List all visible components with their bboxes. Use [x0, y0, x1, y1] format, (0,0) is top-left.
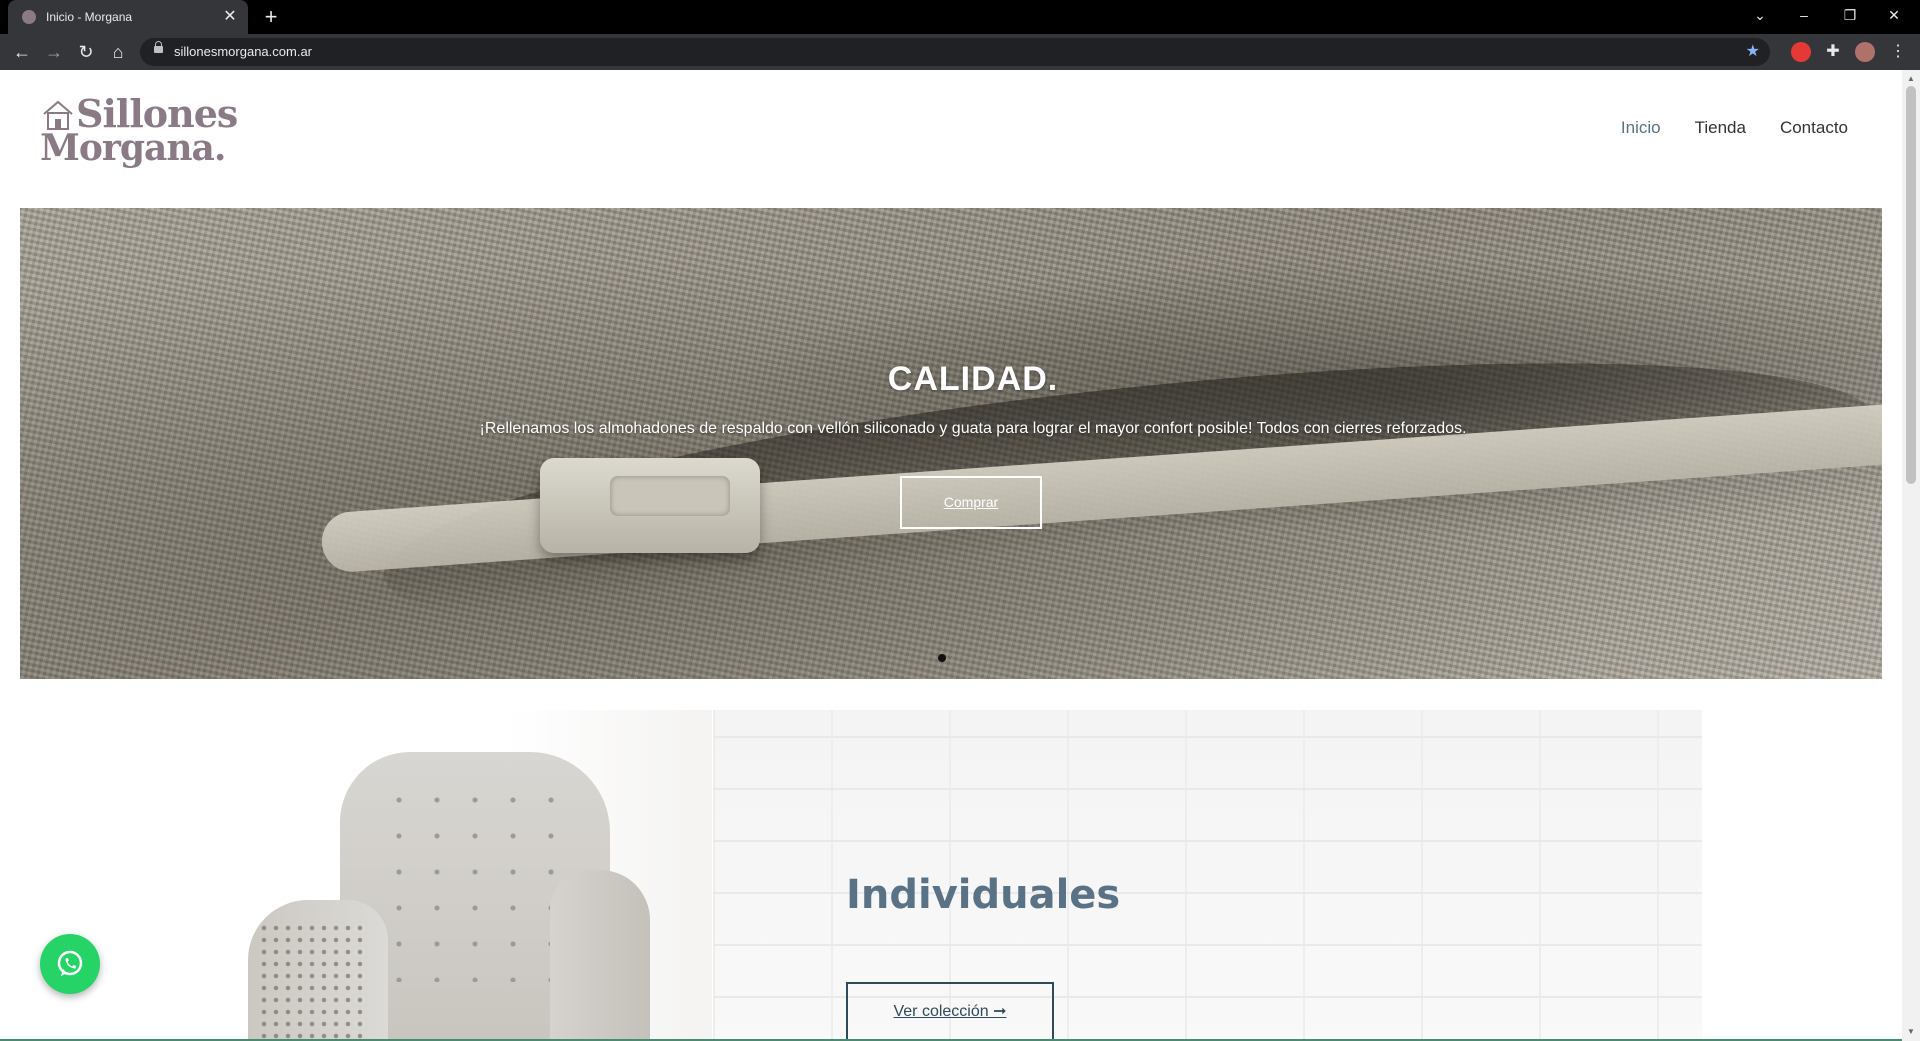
- main-navigation: Inicio Tienda Contacto: [1621, 118, 1848, 138]
- view-collection-button[interactable]: Ver colección ➞: [846, 982, 1054, 1041]
- back-icon[interactable]: ←: [8, 38, 36, 66]
- whatsapp-chat-button[interactable]: [40, 934, 100, 994]
- url-text[interactable]: sillonesmorgana.com.ar: [174, 38, 312, 66]
- hero-slider: CALIDAD. ¡Rellenamos los almohadones de …: [20, 208, 1882, 679]
- slider-pagination: [938, 654, 946, 662]
- new-tab-button[interactable]: +: [258, 4, 284, 30]
- extension-red-icon[interactable]: [1791, 42, 1811, 62]
- whatsapp-icon: [57, 950, 83, 976]
- scroll-up-icon[interactable]: ▲: [1902, 72, 1920, 86]
- hero-description: ¡Rellenamos los almohadones de respaldo …: [479, 420, 1467, 437]
- reload-icon[interactable]: ↻: [72, 38, 100, 66]
- address-bar[interactable]: sillonesmorgana.com.ar ★: [140, 38, 1770, 66]
- tab-title: Inicio - Morgana: [46, 10, 133, 24]
- page-scrollbar[interactable]: ▲ ▼: [1902, 70, 1920, 1041]
- nav-link-inicio[interactable]: Inicio: [1621, 118, 1661, 138]
- browser-menu-icon[interactable]: ⋮: [1888, 42, 1908, 62]
- armchair-nailhead-trim: [258, 922, 368, 1041]
- extensions-puzzle-icon[interactable]: ✚: [1823, 42, 1843, 62]
- browser-toolbar: ← → ↻ ⌂ sillonesmorgana.com.ar ★ ✚ ⋮: [0, 34, 1920, 70]
- lock-icon[interactable]: [154, 41, 163, 53]
- web-page: Sillones Morgana. Inicio Tienda Contacto…: [0, 70, 1902, 1041]
- hero-buy-button[interactable]: Comprar: [900, 476, 1042, 529]
- forward-icon[interactable]: →: [40, 38, 68, 66]
- nav-link-tienda[interactable]: Tienda: [1695, 118, 1746, 138]
- hero-title: CALIDAD.: [887, 360, 1059, 398]
- minimize-button[interactable]: –: [1782, 0, 1826, 30]
- close-window-button[interactable]: ✕: [1872, 0, 1916, 30]
- nav-link-contacto[interactable]: Contacto: [1780, 118, 1848, 138]
- site-favicon-icon: [22, 10, 36, 24]
- bookmark-star-icon[interactable]: ★: [1746, 38, 1760, 66]
- hero-zipper-pull-image: [540, 458, 760, 553]
- brick-wall-panel: Individuales Ver colección ➞: [713, 710, 1702, 1041]
- browser-tab[interactable]: Inicio - Morgana ✕: [8, 0, 248, 34]
- home-icon[interactable]: ⌂: [104, 38, 132, 66]
- site-logo[interactable]: Sillones Morgana.: [40, 94, 238, 172]
- browser-tab-strip: Inicio - Morgana ✕ + ⌄ – ❐ ✕: [0, 0, 1920, 34]
- house-icon: [43, 100, 73, 130]
- scroll-down-icon[interactable]: ▼: [1902, 1025, 1920, 1039]
- collection-title: Individuales: [846, 872, 1121, 918]
- tab-search-icon[interactable]: ⌄: [1738, 0, 1782, 30]
- profile-avatar[interactable]: [1855, 42, 1875, 62]
- armchair-right-arm: [550, 870, 650, 1041]
- scrollbar-thumb[interactable]: [1906, 86, 1916, 484]
- collection-individuales: Individuales Ver colección ➞: [200, 710, 1702, 1041]
- logo-text-line2: Morgana.: [40, 127, 226, 169]
- tab-close-icon[interactable]: ✕: [222, 9, 238, 25]
- slider-dot[interactable]: [938, 654, 946, 662]
- armchair-image: [200, 710, 712, 1041]
- restore-button[interactable]: ❐: [1828, 0, 1872, 30]
